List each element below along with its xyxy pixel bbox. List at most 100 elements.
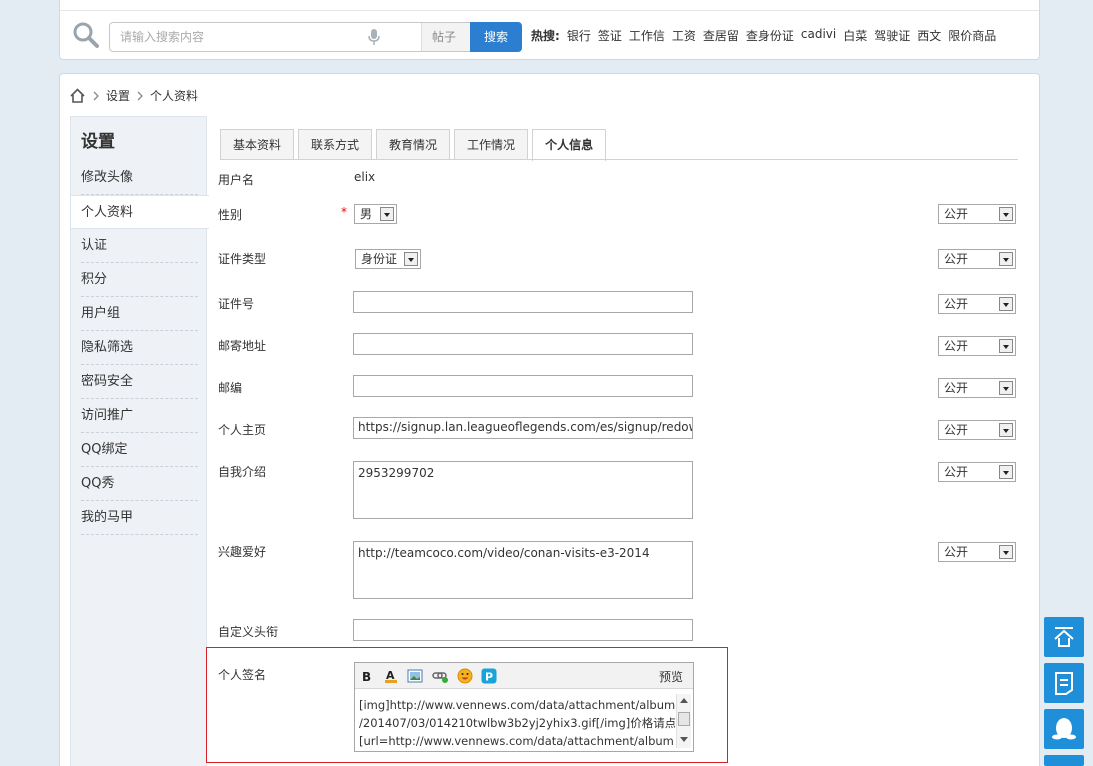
sidebar-item-privacy[interactable]: 隐私筛选 — [71, 331, 208, 365]
id-type-select-value: 身份证 — [361, 252, 398, 266]
chevron-down-icon — [999, 545, 1013, 559]
sidebar-item-profile[interactable]: 个人资料 — [71, 195, 209, 229]
signature-line: [img]http://www.vennews.com/data/attachm… — [359, 698, 675, 712]
hot-link[interactable]: 查身份证 — [746, 27, 794, 44]
required-mark: * — [341, 205, 347, 219]
signature-scrollbar[interactable] — [676, 694, 691, 748]
more-button[interactable] — [1044, 755, 1084, 766]
homepage-privacy-select[interactable]: 公开 — [938, 420, 1016, 440]
sidebar-item-verify[interactable]: 认证 — [71, 229, 208, 263]
qq-button[interactable] — [1044, 709, 1084, 749]
hot-link[interactable]: 查居留 — [703, 27, 739, 44]
custom-title-label: 自定义头衔 — [218, 625, 279, 639]
link-icon[interactable] — [432, 668, 448, 684]
custom-title-input[interactable] — [353, 619, 693, 641]
sidebar-item-usergroup[interactable]: 用户组 — [71, 297, 208, 331]
sidebar-item-alias[interactable]: 我的马甲 — [71, 501, 208, 535]
preview-link[interactable]: 预览 — [659, 668, 683, 685]
id-type-privacy-select[interactable]: 公开 — [938, 249, 1016, 269]
scroll-up-icon[interactable] — [680, 697, 688, 703]
address-privacy-select[interactable]: 公开 — [938, 336, 1016, 356]
tab-education[interactable]: 教育情况 — [376, 129, 451, 160]
username-label: 用户名 — [218, 173, 255, 187]
sidebar-item-password[interactable]: 密码安全 — [71, 365, 208, 399]
image-icon[interactable] — [407, 668, 423, 684]
signature-textarea[interactable]: [img]http://www.vennews.com/data/attachm… — [359, 696, 675, 750]
search-type-select[interactable]: 帖子 — [421, 23, 471, 51]
id-number-label: 证件号 — [218, 297, 255, 311]
chevron-down-icon — [999, 381, 1013, 395]
hot-link[interactable]: 白菜 — [843, 27, 867, 44]
signature-editor: B A P 预览 [img]http://www.vennews.com/dat… — [354, 662, 694, 752]
sidebar-item-qq-bind[interactable]: QQ绑定 — [71, 433, 208, 467]
tab-basic[interactable]: 基本资料 — [220, 129, 295, 160]
tabs-divider — [220, 159, 1018, 160]
hot-link[interactable]: cadivi — [801, 27, 836, 44]
privacy-value: 公开 — [944, 423, 969, 437]
emoji-icon[interactable] — [457, 668, 473, 684]
address-input[interactable] — [353, 333, 693, 355]
hot-link[interactable]: 限价商品 — [948, 27, 996, 44]
hot-link[interactable]: 签证 — [598, 27, 622, 44]
gender-label: 性别 — [218, 208, 243, 222]
hot-link[interactable]: 银行 — [567, 27, 591, 44]
top-divider — [60, 10, 1039, 11]
sidebar-item-points[interactable]: 积分 — [71, 263, 208, 297]
search-input[interactable] — [120, 28, 360, 46]
gender-privacy-select[interactable]: 公开 — [938, 204, 1016, 224]
id-type-select[interactable]: 身份证 — [355, 249, 421, 269]
microphone-icon[interactable] — [366, 28, 382, 46]
hot-link[interactable]: 工作信 — [629, 27, 665, 44]
zipcode-input[interactable] — [353, 375, 693, 397]
bio-privacy-select[interactable]: 公开 — [938, 462, 1016, 482]
search-button[interactable]: 搜索 — [470, 22, 522, 52]
scroll-thumb[interactable] — [678, 712, 690, 726]
hot-link[interactable]: 工资 — [672, 27, 696, 44]
id-number-privacy-select[interactable]: 公开 — [938, 294, 1016, 314]
tab-contact[interactable]: 联系方式 — [298, 129, 373, 160]
tab-personal[interactable]: 个人信息 — [532, 129, 607, 161]
interests-privacy-select[interactable]: 公开 — [938, 542, 1016, 562]
privacy-value: 公开 — [944, 339, 969, 353]
home-icon[interactable] — [69, 87, 86, 104]
id-number-input[interactable] — [353, 291, 693, 313]
qq-icon — [1052, 718, 1076, 740]
homepage-input[interactable]: https://signup.lan.leagueoflegends.com/e… — [353, 417, 693, 439]
hot-link[interactable]: 驾驶证 — [874, 27, 910, 44]
privacy-value: 公开 — [944, 207, 969, 221]
scroll-down-icon[interactable] — [680, 737, 688, 743]
sidebar-item-avatar[interactable]: 修改头像 — [71, 161, 208, 195]
chevron-down-icon — [999, 297, 1013, 311]
privacy-value: 公开 — [944, 297, 969, 311]
signature-label: 个人签名 — [218, 668, 267, 682]
paypal-icon[interactable]: P — [481, 668, 497, 684]
chevron-down-icon — [999, 339, 1013, 353]
font-color-icon[interactable]: A — [383, 668, 399, 684]
feedback-button[interactable] — [1044, 663, 1084, 703]
sidebar-item-qq-show[interactable]: QQ秀 — [71, 467, 208, 501]
bio-textarea[interactable]: 2953299702 — [353, 461, 693, 519]
interests-label: 兴趣爱好 — [218, 545, 267, 559]
svg-text:P: P — [485, 671, 493, 684]
hot-link[interactable]: 西文 — [917, 27, 941, 44]
search-box: 帖子 — [109, 22, 471, 52]
zipcode-privacy-select[interactable]: 公开 — [938, 378, 1016, 398]
gender-select[interactable]: 男 — [354, 204, 397, 224]
chevron-down-icon — [999, 423, 1013, 437]
homepage-label: 个人主页 — [218, 423, 267, 437]
privacy-value: 公开 — [944, 545, 969, 559]
interests-textarea[interactable]: http://teamcoco.com/video/conan-visits-e… — [353, 541, 693, 599]
back-to-top-icon — [1054, 627, 1074, 647]
feedback-icon — [1055, 672, 1073, 695]
bold-icon[interactable]: B — [359, 668, 375, 684]
search-icon — [73, 22, 99, 48]
breadcrumb: 设置 个人资料 — [69, 87, 204, 104]
tab-work[interactable]: 工作情况 — [454, 129, 529, 160]
chevron-down-icon — [380, 207, 394, 221]
sidebar-item-promotion[interactable]: 访问推广 — [71, 399, 208, 433]
address-label: 邮寄地址 — [218, 339, 267, 353]
gender-select-value: 男 — [360, 207, 373, 221]
signature-line: [url=http://www.vennews.com/data/attachm… — [359, 734, 674, 748]
back-to-top-button[interactable] — [1044, 617, 1084, 657]
breadcrumb-link[interactable]: 设置 — [106, 87, 130, 104]
